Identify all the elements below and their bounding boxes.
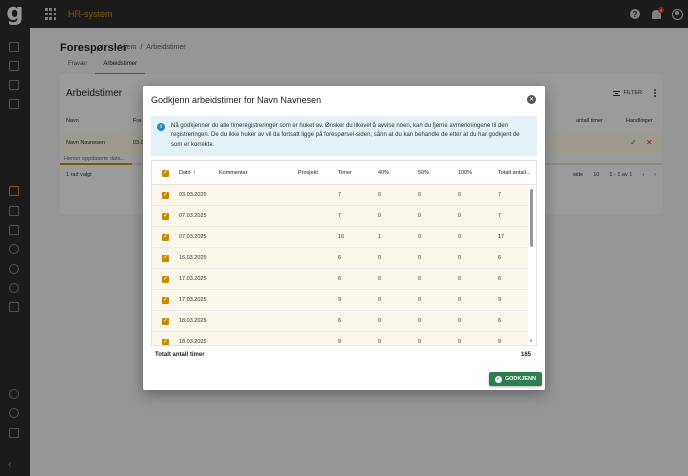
cell-100: 0 [458, 339, 462, 345]
cell-100: 0 [458, 192, 462, 198]
cell-100: 0 [458, 276, 462, 282]
cell-total: 6 [498, 318, 502, 324]
cell-40: 0 [378, 318, 382, 324]
dialog-title: Godkjenn arbeidstimer for Navn Navnesen [151, 95, 322, 105]
cell-100: 0 [458, 297, 462, 303]
cell-50: 0 [418, 192, 422, 198]
cell-40: 0 [378, 255, 382, 261]
table-scrollbar[interactable] [530, 189, 533, 339]
col-50[interactable]: 50% [418, 170, 429, 176]
cell-total: 7 [498, 213, 502, 219]
cell-50: 0 [418, 297, 422, 303]
cell-50: 0 [418, 213, 422, 219]
row-checkbox[interactable]: ✓ [162, 339, 169, 345]
info-text: Nå godkjenner du alle timeregistreringer… [171, 123, 520, 148]
col-prosjekt[interactable]: Prosjekt [298, 170, 318, 176]
cell-total: 9 [498, 339, 502, 345]
table-row[interactable]: ✓ 07.03.2025 16 1 0 0 17 [152, 227, 528, 248]
table-row[interactable]: ✓ 16.03.2025 6 0 0 0 6 [152, 248, 528, 269]
table-row[interactable]: ✓ 18.03.2025 9 0 0 0 9 [152, 332, 528, 345]
table-row[interactable]: ✓ 17.03.2025 9 0 0 0 9 [152, 290, 528, 311]
check-circle-icon: ✓ [494, 375, 502, 383]
info-icon: i [157, 123, 165, 131]
table-header: ✓ Dato ↑ Kommentar Prosjekt Timer 40% 50%… [152, 161, 536, 185]
cell-timer: 7 [338, 213, 342, 219]
cell-100: 0 [458, 213, 462, 219]
sort-asc-icon: ↑ [192, 170, 196, 176]
cell-total: 17 [498, 234, 505, 240]
cell-100: 0 [458, 255, 462, 261]
col-totalt[interactable]: Totalt antall... [498, 170, 530, 176]
row-checkbox[interactable]: ✓ [162, 318, 169, 325]
cell-total: 6 [498, 276, 502, 282]
hours-table: ✓ Dato ↑ Kommentar Prosjekt Timer 40% 50%… [151, 160, 537, 346]
info-alert: i Nå godkjenner du alle timeregistrering… [151, 116, 537, 156]
cell-timer: 7 [338, 192, 342, 198]
cell-dato: 16.03.2025 [179, 255, 207, 261]
row-checkbox[interactable]: ✓ [162, 192, 169, 199]
cell-total: 7 [498, 192, 502, 198]
table-row[interactable]: ✓ 07.03.2025 7 0 0 0 7 [152, 206, 528, 227]
close-icon[interactable]: ✕ [527, 95, 536, 104]
cell-40: 0 [378, 213, 382, 219]
cell-total: 6 [498, 255, 502, 261]
table-row[interactable]: ✓ 03.03.2025 7 0 0 0 7 [152, 185, 528, 206]
scroll-down-icon[interactable]: ▼ [529, 338, 533, 343]
hours-table-container: ✓ Dato ↑ Kommentar Prosjekt Timer 40% 50%… [151, 160, 537, 430]
total-value: 165 [520, 352, 531, 358]
table-body: ✓ 03.03.2025 7 0 0 0 7 ✓ 07.03.2025 7 0 … [152, 185, 528, 345]
cell-50: 0 [418, 276, 422, 282]
total-label: Totalt antall timer [155, 352, 205, 358]
cell-dato: 17.03.2025 [179, 297, 207, 303]
cell-40: 0 [378, 297, 382, 303]
col-dato[interactable]: Dato ↑ [179, 170, 196, 176]
scroll-thumb[interactable] [530, 189, 533, 247]
cell-timer: 6 [338, 318, 342, 324]
cell-dato: 18.03.2025 [179, 318, 207, 324]
approve-dialog: Godkjenn arbeidstimer for Navn Navnesen … [143, 86, 545, 390]
row-checkbox[interactable]: ✓ [162, 255, 169, 262]
cell-100: 0 [458, 234, 462, 240]
row-checkbox[interactable]: ✓ [162, 213, 169, 220]
cell-40: 1 [378, 234, 382, 240]
table-row[interactable]: ✓ 18.03.2025 6 0 0 0 6 [152, 311, 528, 332]
col-timer[interactable]: Timer [338, 170, 352, 176]
select-all-checkbox[interactable]: ✓ [162, 170, 169, 177]
table-row[interactable]: ✓ 17.03.2025 6 0 0 0 6 [152, 269, 528, 290]
cell-40: 0 [378, 192, 382, 198]
col-100[interactable]: 100% [458, 170, 472, 176]
cell-dato: 18.03.2025 [179, 339, 207, 345]
row-checkbox[interactable]: ✓ [162, 276, 169, 283]
cell-50: 0 [418, 339, 422, 345]
cell-timer: 9 [338, 297, 342, 303]
cell-50: 0 [418, 255, 422, 261]
col-kommentar[interactable]: Kommentar [219, 170, 247, 176]
col-40[interactable]: 40% [378, 170, 389, 176]
row-checkbox[interactable]: ✓ [162, 297, 169, 304]
cell-timer: 16 [338, 234, 345, 240]
cell-50: 0 [418, 318, 422, 324]
cell-dato: 03.03.2025 [179, 192, 207, 198]
cell-dato: 07.03.2025 [179, 213, 207, 219]
col-dato-label: Dato [179, 170, 191, 176]
row-checkbox[interactable]: ✓ [162, 234, 169, 241]
cell-timer: 9 [338, 339, 342, 345]
cell-total: 9 [498, 297, 502, 303]
approve-button[interactable]: ✓ GODKJENN [488, 372, 542, 386]
cell-dato: 17.03.2025 [179, 276, 207, 282]
approve-label: GODKJENN [504, 376, 536, 382]
cell-timer: 6 [338, 276, 342, 282]
cell-50: 0 [418, 234, 422, 240]
cell-40: 0 [378, 276, 382, 282]
cell-100: 0 [458, 318, 462, 324]
cell-dato: 07.03.2025 [179, 234, 207, 240]
cell-timer: 6 [338, 255, 342, 261]
cell-40: 0 [378, 339, 382, 345]
